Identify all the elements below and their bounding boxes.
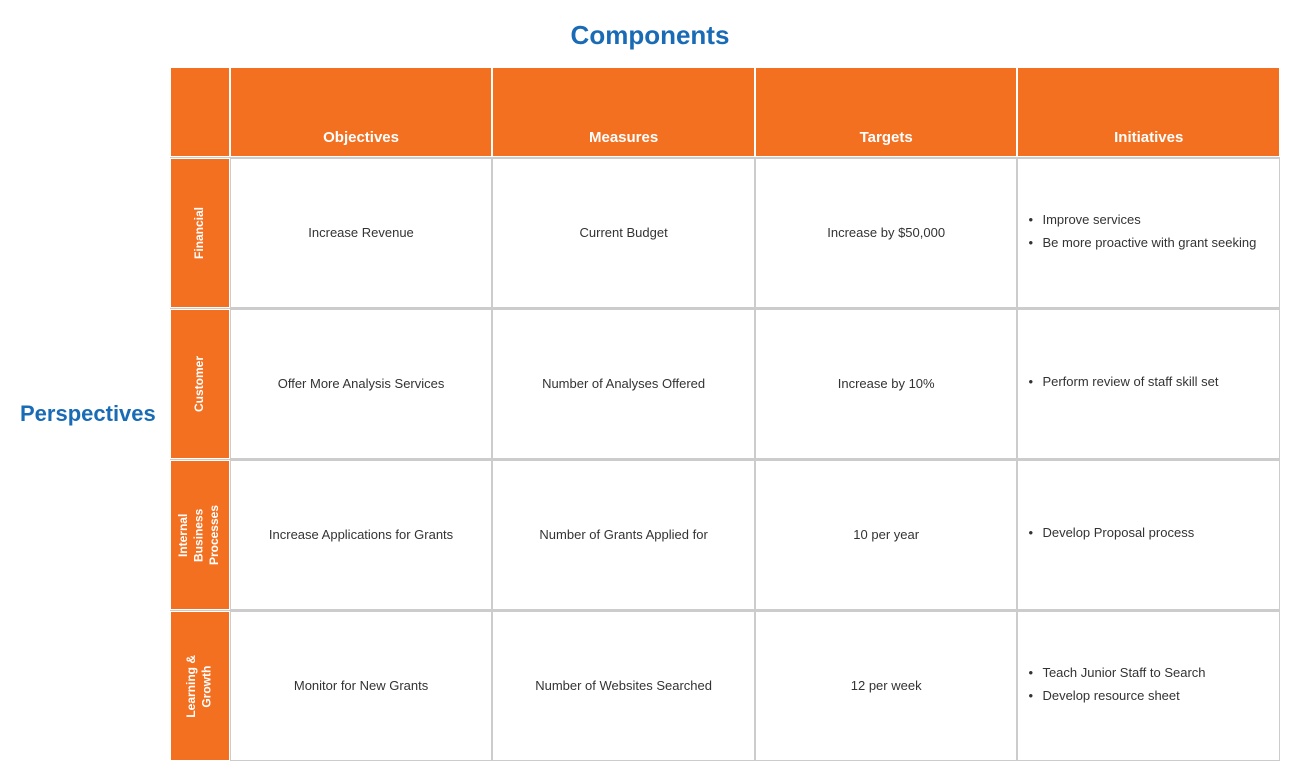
internal-initiatives-list: Develop Proposal process xyxy=(1028,523,1194,547)
table-row: Learning &Growth Monitor for New Grants … xyxy=(170,610,1280,761)
page-wrapper: Components Perspectives Objectives Measu… xyxy=(0,0,1300,771)
list-item: Perform review of staff skill set xyxy=(1028,372,1218,392)
cell-learning-target: 12 per week xyxy=(755,611,1018,761)
table-row: Customer Offer More Analysis Services Nu… xyxy=(170,308,1280,459)
financial-initiatives-list: Improve services Be more proactive with … xyxy=(1028,210,1256,257)
row-label-customer: Customer xyxy=(170,309,230,459)
list-item: Develop resource sheet xyxy=(1028,686,1205,706)
cell-customer-target: Increase by 10% xyxy=(755,309,1018,459)
header-initiatives: Initiatives xyxy=(1017,67,1280,157)
row-label-financial: Financial xyxy=(170,158,230,308)
content-area: Perspectives Objectives Measures Targets… xyxy=(20,67,1280,761)
cell-internal-initiatives: Develop Proposal process xyxy=(1017,460,1280,610)
cell-internal-target: 10 per year xyxy=(755,460,1018,610)
cell-financial-objective: Increase Revenue xyxy=(230,158,493,308)
cell-financial-measure: Current Budget xyxy=(492,158,755,308)
list-item: Develop Proposal process xyxy=(1028,523,1194,543)
table-row: Financial Increase Revenue Current Budge… xyxy=(170,157,1280,308)
main-title: Components xyxy=(571,20,730,51)
header-objectives: Objectives xyxy=(230,67,493,157)
customer-initiatives-list: Perform review of staff skill set xyxy=(1028,372,1218,396)
cell-internal-objective: Increase Applications for Grants xyxy=(230,460,493,610)
data-rows: Financial Increase Revenue Current Budge… xyxy=(170,157,1280,761)
table-row: InternalBusinessProcesses Increase Appli… xyxy=(170,459,1280,610)
cell-customer-measure: Number of Analyses Offered xyxy=(492,309,755,459)
perspectives-label: Perspectives xyxy=(20,401,156,427)
scorecard-table: Objectives Measures Targets Initiatives … xyxy=(170,67,1280,761)
cell-internal-measure: Number of Grants Applied for xyxy=(492,460,755,610)
corner-cell xyxy=(170,67,230,157)
header-row: Objectives Measures Targets Initiatives xyxy=(170,67,1280,157)
row-label-internal: InternalBusinessProcesses xyxy=(170,460,230,610)
list-item: Improve services xyxy=(1028,210,1256,230)
cell-customer-initiatives: Perform review of staff skill set xyxy=(1017,309,1280,459)
header-measures: Measures xyxy=(492,67,755,157)
list-item: Be more proactive with grant seeking xyxy=(1028,233,1256,253)
list-item: Teach Junior Staff to Search xyxy=(1028,663,1205,683)
row-label-learning: Learning &Growth xyxy=(170,611,230,761)
header-targets: Targets xyxy=(755,67,1018,157)
cell-financial-initiatives: Improve services Be more proactive with … xyxy=(1017,158,1280,308)
cell-learning-initiatives: Teach Junior Staff to Search Develop res… xyxy=(1017,611,1280,761)
cell-customer-objective: Offer More Analysis Services xyxy=(230,309,493,459)
cell-learning-objective: Monitor for New Grants xyxy=(230,611,493,761)
learning-initiatives-list: Teach Junior Staff to Search Develop res… xyxy=(1028,663,1205,710)
cell-financial-target: Increase by $50,000 xyxy=(755,158,1018,308)
cell-learning-measure: Number of Websites Searched xyxy=(492,611,755,761)
